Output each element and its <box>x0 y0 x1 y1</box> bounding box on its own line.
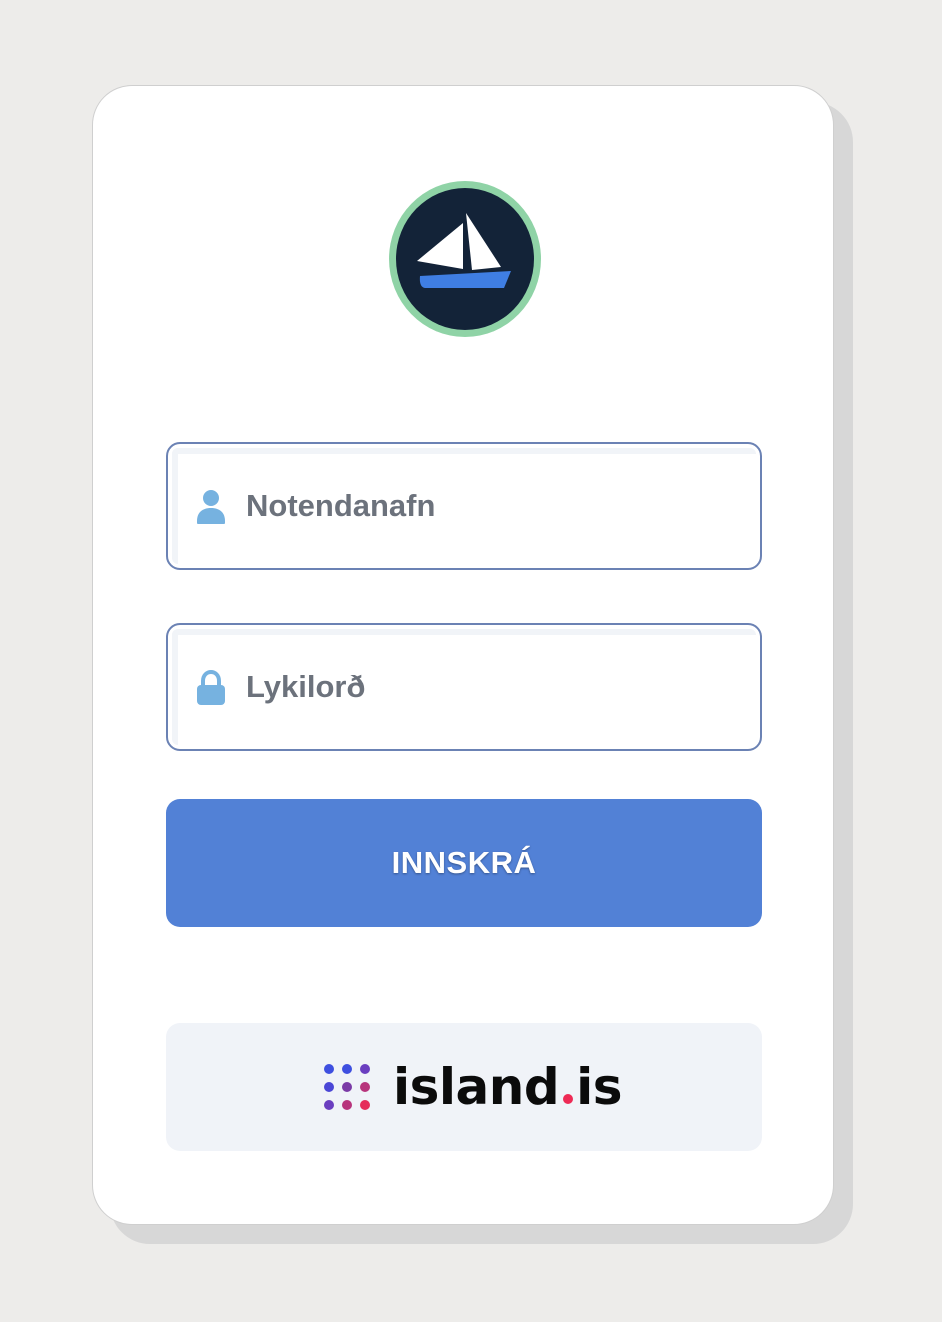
lock-icon <box>195 670 227 706</box>
username-input[interactable] <box>246 464 726 548</box>
island-logo: island is <box>323 1058 623 1116</box>
password-field[interactable] <box>166 623 762 751</box>
sailboat-logo-icon <box>385 177 545 341</box>
island-text-right: is <box>576 1058 623 1116</box>
username-field[interactable] <box>166 442 762 570</box>
island-login-button[interactable]: island is <box>166 1023 762 1151</box>
island-wordmark: island is <box>393 1058 623 1116</box>
login-button[interactable]: INNSKRÁ <box>166 799 762 927</box>
island-text-left: island <box>393 1058 560 1116</box>
island-red-dot <box>563 1094 574 1104</box>
password-input[interactable] <box>246 645 726 729</box>
user-icon <box>195 489 227 525</box>
island-dots-icon <box>323 1063 371 1111</box>
